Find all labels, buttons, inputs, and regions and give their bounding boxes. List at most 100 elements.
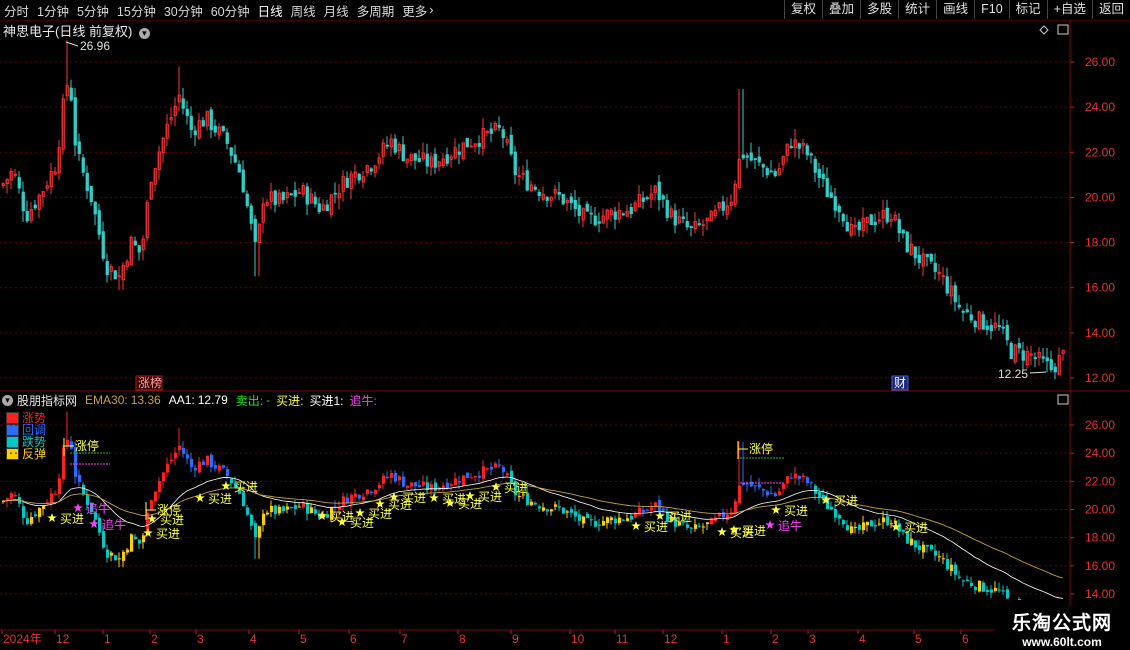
candle-body <box>465 137 469 148</box>
indicator-candle-body <box>738 485 742 504</box>
indicator-candle-body <box>774 493 778 497</box>
indicator-candle-body <box>734 501 738 514</box>
candle-body <box>385 144 389 147</box>
candle-body <box>1021 350 1025 361</box>
indicator-candle-body <box>58 478 62 495</box>
indicator-candle-body <box>382 475 386 484</box>
indicator-candle-body <box>918 545 922 551</box>
indicator-candle-body <box>790 477 794 479</box>
time-axis-label: 5 <box>915 632 922 646</box>
indicator-candle-body <box>386 476 390 478</box>
indicator-candle-body <box>990 589 994 593</box>
candle-body <box>657 181 661 201</box>
candle-body <box>525 170 529 191</box>
indicator-candle-body <box>174 452 178 459</box>
indicator-candle-body <box>622 519 626 521</box>
indicator-candle-body <box>310 507 314 514</box>
indicator-candle-body <box>402 476 406 487</box>
indicator-candle-body <box>26 518 30 525</box>
indicator-candle-body <box>498 464 502 466</box>
indicator-candle-body <box>530 501 534 506</box>
candle-body <box>85 172 89 191</box>
indicator-candle-body <box>994 587 998 591</box>
indicator-candle-body <box>570 509 574 513</box>
candle-body <box>101 231 105 259</box>
time-axis-label: 4 <box>859 632 866 646</box>
indicator-candle-body <box>474 476 478 478</box>
signal-star-icon <box>717 527 727 536</box>
candle-body <box>985 325 989 330</box>
indicator-candle-body <box>842 520 846 525</box>
candle-body <box>817 169 821 179</box>
candle-body <box>89 186 93 203</box>
indicator-candle-body <box>818 492 822 498</box>
candle-body <box>1049 359 1053 371</box>
indicator-candle-body <box>490 466 494 470</box>
candle-body <box>585 203 589 212</box>
indicator-candle-body <box>14 495 18 497</box>
candle-body <box>589 212 593 215</box>
indicator-candle-body <box>582 516 586 524</box>
indicator-candle-body <box>662 508 666 511</box>
candle-body <box>753 158 757 161</box>
signal-star-icon <box>631 521 641 530</box>
indicator-candle-body <box>446 482 450 489</box>
time-axis-label: 4 <box>250 632 257 646</box>
indicator-candle-body <box>178 445 182 450</box>
indicator-candle-body <box>430 484 434 491</box>
signal-label: 买进 <box>160 513 184 527</box>
candle-body <box>925 253 929 258</box>
indicator-candle-body <box>206 455 210 465</box>
candle-body <box>81 157 85 173</box>
indicator-candle-body <box>274 505 278 514</box>
indicator-candle-body <box>694 524 698 529</box>
candle-body <box>805 145 809 156</box>
candle-body <box>513 151 517 176</box>
indicator-candle-body <box>766 491 770 496</box>
time-axis-label: 5 <box>300 632 307 646</box>
kline-chart-canvas[interactable]: 涨停涨停涨停买进买进买进买进买进买进买进买进买进买进 买进买进买进买进买进买进买进… <box>0 0 1130 650</box>
indicator-candle-body <box>422 481 426 486</box>
indicator-candle-body <box>298 506 302 508</box>
candle-body <box>457 151 461 155</box>
candle-body <box>1017 343 1021 349</box>
candle-body <box>445 154 449 164</box>
candle-body <box>25 211 29 222</box>
indicator-candle-body <box>770 493 774 495</box>
indicator-candle-body <box>406 485 410 488</box>
candle-body <box>305 186 309 205</box>
candle-body <box>417 158 421 163</box>
candle-body <box>1041 356 1045 359</box>
candle-body <box>681 216 685 219</box>
candle-body <box>797 143 801 149</box>
indicator-candle-body <box>434 482 438 491</box>
candle-body <box>1005 324 1009 341</box>
candle-body <box>901 229 905 234</box>
signal-star-icon <box>89 519 99 528</box>
indicator-candle-body <box>722 512 726 518</box>
indicator-candle-body <box>986 589 990 592</box>
candle-body <box>825 178 829 198</box>
candle-body <box>661 195 665 200</box>
candle-body <box>289 193 293 196</box>
indicator-candle-body <box>630 515 634 520</box>
candle-body <box>857 221 861 231</box>
indicator-candle-body <box>494 463 498 468</box>
candle-body <box>249 205 253 224</box>
indicator-candle-body <box>746 483 750 485</box>
indicator-candle-body <box>70 441 74 449</box>
restore-icon <box>1057 24 1069 35</box>
indicator-tick-label: 22.00 <box>1085 474 1115 488</box>
indicator-candle-body <box>10 493 14 499</box>
candle-body <box>597 221 601 224</box>
high-price-label: 26.96 <box>80 39 110 53</box>
indicator-candle-body <box>658 499 662 511</box>
indicator-candle-body <box>910 538 914 545</box>
indicator-candle-body <box>626 518 630 522</box>
candle-body <box>113 270 117 280</box>
candle-body <box>957 304 961 308</box>
indicator-candle-body <box>930 545 934 550</box>
indicator-candle-body <box>870 520 874 527</box>
time-axis-label: 2024年 <box>3 632 42 646</box>
candle-body <box>325 204 329 212</box>
